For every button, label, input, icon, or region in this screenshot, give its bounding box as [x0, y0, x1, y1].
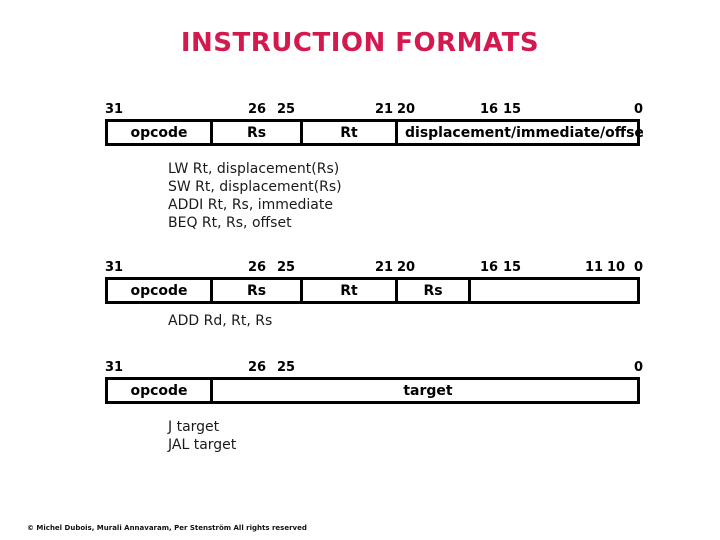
bit-number-label: 10 [607, 260, 626, 275]
instruction-field-opcode: opcode [108, 380, 213, 401]
instruction-field-label: target [403, 382, 453, 399]
instruction-examples-j-type: J target JAL target [168, 418, 236, 454]
instruction-word-r-type: opcode Rs Rt Rs [105, 277, 640, 304]
bit-number-label: 26 [248, 260, 267, 275]
bit-number-label: 15 [503, 260, 522, 275]
instruction-field-label: Rs [246, 282, 267, 299]
page-title: INSTRUCTION FORMATS [180, 28, 540, 58]
instruction-field-label: Rs [246, 124, 267, 141]
bit-number-label: 0 [634, 102, 644, 117]
instruction-field-opcode: opcode [108, 122, 213, 143]
instruction-word-i-type: opcode Rs Rt displacement/immediate/offset [105, 119, 643, 146]
instruction-example-line: BEQ Rt, Rs, offset [168, 215, 292, 231]
bit-number-label: 25 [277, 260, 296, 275]
bit-number-label: 31 [105, 360, 124, 375]
instruction-example-line: LW Rt, displacement(Rs) [168, 161, 340, 177]
bit-number-label: 25 [277, 360, 296, 375]
instruction-format-j-type: 31 26 25 0 opcode target [105, 358, 644, 404]
instruction-field-label: opcode [130, 382, 188, 399]
instruction-field-rs: Rs [213, 280, 303, 301]
bit-number-label: 25 [277, 102, 296, 117]
bit-ruler-r-type: 31 26 25 21 20 16 15 11 10 0 [105, 258, 644, 277]
instruction-field-label: Rt [340, 124, 358, 141]
instruction-field-rt: Rt [303, 122, 398, 143]
bit-number-label: 21 [375, 102, 394, 117]
bit-ruler-i-type: 31 26 25 21 20 16 15 0 [105, 100, 644, 119]
instruction-field-label: opcode [130, 124, 188, 141]
bit-number-label: 20 [397, 260, 416, 275]
instruction-example-line: JAL target [168, 437, 237, 453]
instruction-example-line: SW Rt, displacement(Rs) [168, 179, 342, 195]
instruction-example-line: ADDI Rt, Rs, immediate [168, 197, 333, 213]
bit-number-label: 15 [503, 102, 522, 117]
bit-number-label: 20 [397, 102, 416, 117]
bit-number-label: 31 [105, 260, 124, 275]
bit-number-label: 16 [480, 260, 499, 275]
bit-number-label: 0 [634, 360, 644, 375]
bit-number-label: 26 [248, 360, 267, 375]
bit-ruler-j-type: 31 26 25 0 [105, 358, 644, 377]
bit-number-label: 31 [105, 102, 124, 117]
bit-number-label: 11 [585, 260, 604, 275]
instruction-field-label: Rt [340, 282, 358, 299]
instruction-field-label: Rs [423, 282, 443, 299]
instruction-field-label: opcode [130, 282, 188, 299]
instruction-word-j-type: opcode target [105, 377, 640, 404]
instruction-field-displacement-immediate-offset: displacement/immediate/offset [398, 122, 643, 143]
instruction-example-line: J target [168, 419, 220, 435]
instruction-field-rs: Rs [213, 122, 303, 143]
instruction-example-line: ADD Rd, Rt, Rs [168, 313, 273, 329]
instruction-field-rs: Rs [398, 280, 471, 301]
bit-number-label: 21 [375, 260, 394, 275]
instruction-examples-i-type: LW Rt, displacement(Rs) SW Rt, displaceme… [168, 160, 342, 232]
instruction-field-empty [471, 280, 643, 301]
instruction-field-target: target [213, 380, 643, 401]
bit-number-label: 26 [248, 102, 267, 117]
instruction-field-rt: Rt [303, 280, 398, 301]
instruction-format-i-type: 31 26 25 21 20 16 15 0 opcode Rs Rt displacement/i… [105, 100, 644, 146]
bit-number-label: 0 [634, 260, 644, 275]
bit-number-label: 16 [480, 102, 499, 117]
instruction-field-opcode: opcode [108, 280, 213, 301]
copyright-footer: © Michel Dubois, Murali Annavaram, Per S… [27, 524, 307, 532]
instruction-examples-r-type: ADD Rd, Rt, Rs [168, 312, 272, 330]
instruction-format-r-type: 31 26 25 21 20 16 15 11 10 0 opcode Rs Rt Rs [105, 258, 644, 304]
instruction-field-label: displacement/immediate/offset [405, 124, 643, 141]
